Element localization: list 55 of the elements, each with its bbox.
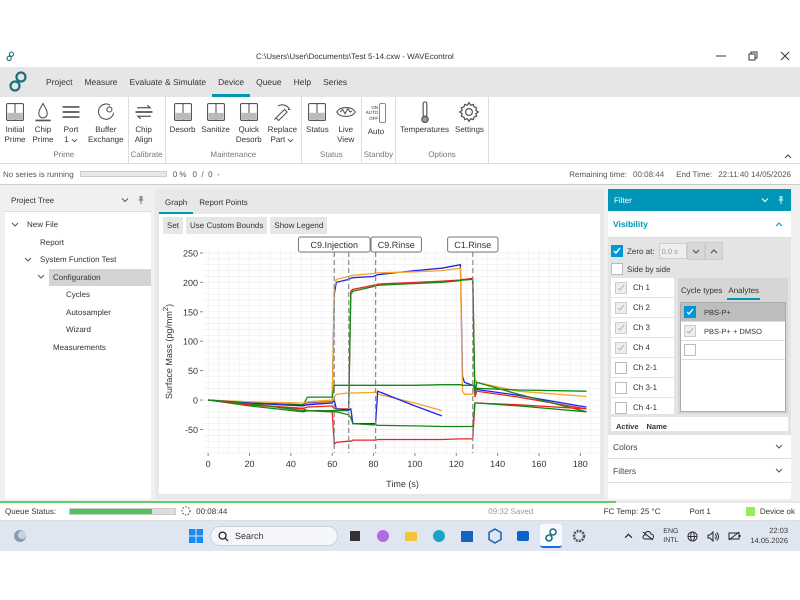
- x-axis-title: Time (s): [386, 479, 419, 489]
- tick-label: 60: [327, 459, 338, 469]
- tick-label: -50: [184, 424, 198, 435]
- remaining-time: 00:08:44: [633, 170, 664, 178]
- channel-label: Ch 3-1: [633, 383, 658, 392]
- group-label: Options: [427, 150, 457, 161]
- device-status: Device ok: [760, 506, 795, 516]
- queue-label: Queue Status:: [5, 506, 56, 516]
- fc-temperature: FC Temp: 25 °C: [604, 506, 661, 516]
- end-label: End Time:: [676, 170, 712, 178]
- series-status: No series is running: [3, 170, 74, 178]
- group-label: Prime: [52, 150, 76, 161]
- marker-label: C1.Rinse: [447, 236, 498, 252]
- remaining-label: Remaining time:: [569, 170, 628, 178]
- tick-label: 80: [368, 459, 379, 469]
- tick-label: 0: [206, 459, 211, 469]
- tick-label: 200: [182, 278, 198, 288]
- queue-time: 00:08:44: [196, 506, 228, 516]
- group-label: Standby: [364, 150, 394, 161]
- panel-title: Project Tree: [11, 196, 54, 204]
- tick-label: 180: [572, 459, 588, 469]
- window-title: C:\Users\User\Documents\Test 5-14.cxw - WAVEcontrol: [256, 52, 454, 60]
- ref-line-label: C1.Rinse: [454, 240, 492, 250]
- tick-label: 40: [286, 459, 296, 469]
- tick-label: 100: [407, 459, 422, 469]
- ref-line-label: C9.Injection: [310, 240, 358, 250]
- channel-label: Ch 4-1: [633, 403, 658, 412]
- group-label: Status: [319, 150, 344, 161]
- saved-status: 09:32 Saved: [487, 506, 534, 516]
- channel-label: Ch 1: [633, 283, 650, 292]
- panel-title: Filter: [614, 196, 632, 204]
- tick-label: 0: [192, 396, 198, 406]
- progress-percent: 0 %: [172, 170, 186, 178]
- tick-label: 150: [182, 307, 198, 318]
- channel-label: Ch 2-1: [633, 363, 658, 372]
- marker-label: C9.Injection: [298, 236, 371, 252]
- ref-line-label: C9.Rinse: [378, 240, 415, 250]
- channel-label: Ch 4: [633, 343, 650, 352]
- progress-count: 0 / 0 -: [192, 170, 220, 178]
- tick-label: 250: [182, 248, 198, 258]
- end-time: 22:11:40 14/05/2026: [718, 170, 791, 178]
- tick-label: 140: [490, 459, 506, 469]
- group-label: Maintenance: [209, 150, 258, 161]
- tick-label: 50: [188, 366, 198, 376]
- checkbox-label: Zero at:: [627, 246, 655, 256]
- tick-label: 100: [182, 336, 198, 347]
- channel-label: Ch 2: [633, 303, 650, 312]
- channel-label: Ch 3: [633, 323, 650, 332]
- marker-label: C9.Rinse: [370, 236, 422, 252]
- group-label: Calibrate: [130, 150, 163, 161]
- checkbox-label: Side by side: [627, 264, 671, 274]
- tick-label: 120: [448, 459, 464, 469]
- port-status: Port 1: [690, 506, 711, 516]
- tick-label: 20: [244, 459, 254, 469]
- tick-label: 160: [531, 459, 546, 469]
